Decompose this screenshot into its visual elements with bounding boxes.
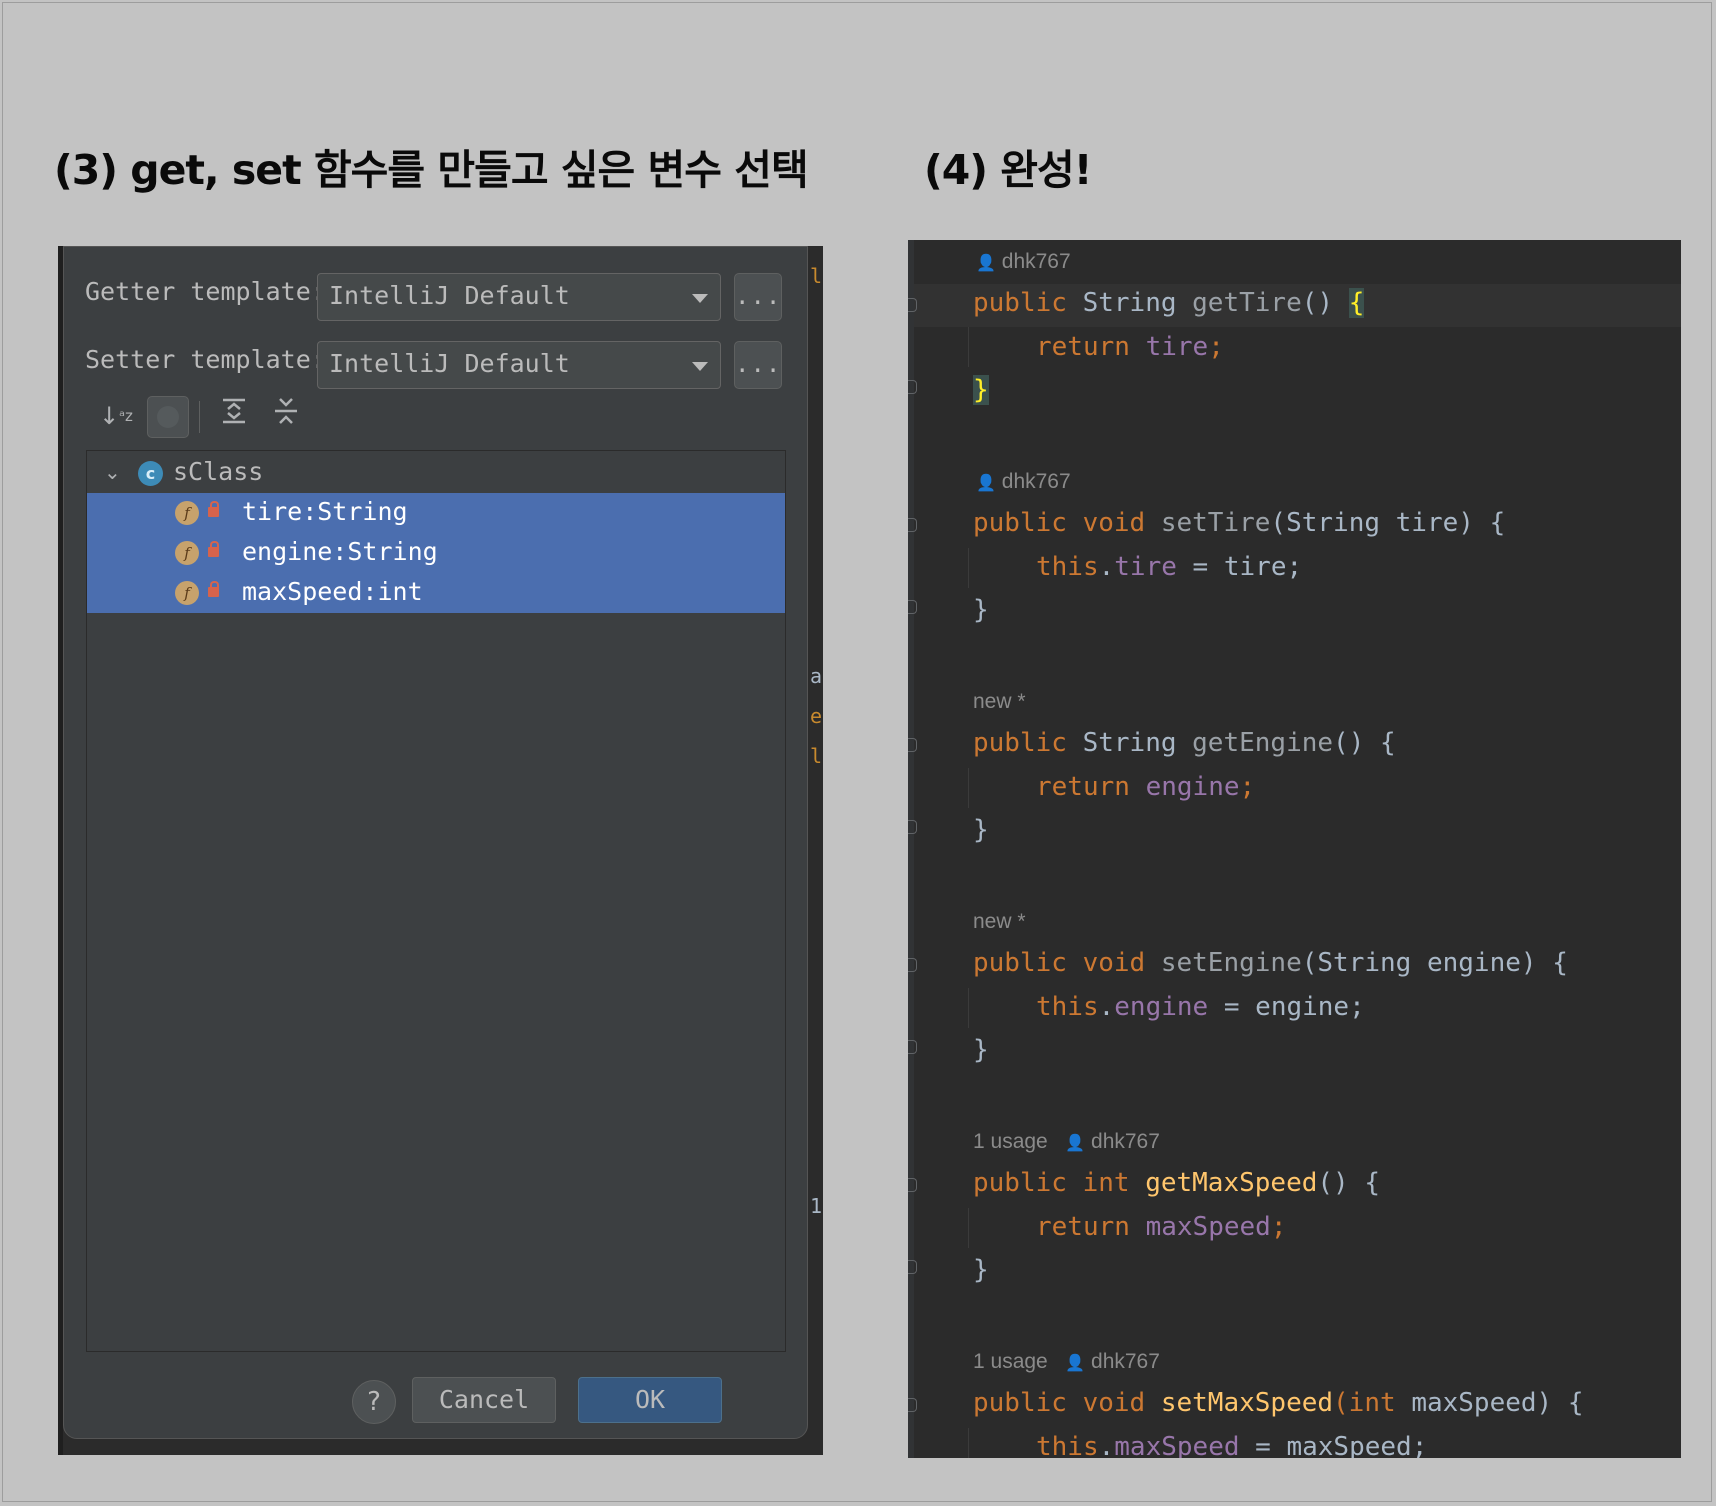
lock-icon [208, 541, 219, 557]
usage-hint: 1 usage 👤 dhk767 [973, 1350, 1160, 1373]
new-hint: new * [973, 910, 1026, 933]
collapse-all-icon[interactable] [268, 396, 304, 436]
code-line: public void setEngine(String engine) { [973, 948, 1568, 978]
code-line: return tire; [1036, 332, 1224, 362]
sort-alpha-icon[interactable]: ↓ᵃz [96, 396, 136, 436]
code-line: public void setTire(String tire) { [973, 508, 1506, 538]
cancel-button[interactable]: Cancel [412, 1377, 556, 1423]
class-name: sClass [173, 457, 264, 486]
code-line: public String getEngine() { [973, 728, 1396, 758]
code-line: return maxSpeed; [1036, 1212, 1287, 1242]
editor-gutter [908, 240, 914, 1458]
new-hint: new * [973, 690, 1026, 713]
right-caption: (4) 완성! [924, 146, 1092, 194]
field-label: tire:String [242, 497, 408, 526]
code-line: return engine; [1036, 772, 1256, 802]
help-button[interactable]: ? [352, 1380, 396, 1424]
code-line: public void setMaxSpeed(int maxSpeed) { [973, 1388, 1584, 1418]
chevron-down-icon [692, 294, 708, 303]
tree-field-row[interactable]: f maxSpeed:int [87, 573, 785, 613]
fold-icon[interactable] [908, 600, 917, 614]
ok-button[interactable]: OK [578, 1377, 722, 1423]
fold-icon[interactable] [908, 958, 917, 972]
getter-template-label: Getter template: [85, 277, 326, 306]
show-classes-toggle[interactable] [147, 396, 189, 438]
chevron-down-icon[interactable]: ⌄ [104, 460, 121, 484]
member-tree: ⌄ c sClass f tire:String f engine:String… [86, 450, 786, 1352]
usage-hint: 1 usage 👤 dhk767 [973, 1130, 1160, 1153]
class-icon: c [138, 461, 163, 486]
code-line: this.tire = tire; [1036, 552, 1303, 582]
field-icon: f [175, 541, 199, 565]
fold-icon[interactable] [908, 738, 917, 752]
code-editor: 👤 dhk767 public String getTire() { retur… [908, 240, 1681, 1458]
code-line: } [973, 1035, 989, 1065]
fold-icon[interactable] [908, 1260, 917, 1274]
lock-icon [208, 501, 219, 517]
tree-class-row[interactable]: ⌄ c sClass [87, 453, 785, 493]
lock-icon [208, 581, 219, 597]
field-label: engine:String [242, 537, 438, 566]
setter-template-more-button[interactable]: ... [734, 341, 782, 389]
field-icon: f [175, 581, 199, 605]
code-line: } [973, 595, 989, 625]
code-line: } [973, 815, 989, 845]
getter-template-select[interactable]: IntelliJ Default [317, 273, 721, 321]
getter-template-value: IntelliJ Default [329, 281, 570, 310]
tree-field-row[interactable]: f tire:String [87, 493, 785, 533]
fold-icon[interactable] [908, 298, 917, 312]
fold-icon[interactable] [908, 1398, 917, 1412]
code-line: this.engine = engine; [1036, 992, 1365, 1022]
code-line: public int getMaxSpeed() { [973, 1168, 1380, 1198]
field-icon: f [175, 501, 199, 525]
fold-icon[interactable] [908, 380, 917, 394]
code-line: this.maxSpeed = maxSpeed; [1036, 1432, 1428, 1458]
code-line: } [973, 1255, 989, 1285]
fold-icon[interactable] [908, 820, 917, 834]
fold-icon[interactable] [908, 518, 917, 532]
class-filter-icon [157, 406, 179, 428]
code-line: } [973, 375, 989, 405]
fold-icon[interactable] [908, 1040, 917, 1054]
expand-all-icon[interactable] [216, 396, 252, 436]
field-label: maxSpeed:int [242, 577, 423, 606]
code-line: public String getTire() { [973, 288, 1365, 318]
setter-template-select[interactable]: IntelliJ Default [317, 341, 721, 389]
tree-field-row[interactable]: f engine:String [87, 533, 785, 573]
author-hint: 👤 dhk767 [976, 470, 1071, 493]
chevron-down-icon [692, 362, 708, 371]
fold-icon[interactable] [908, 1178, 917, 1192]
setter-template-value: IntelliJ Default [329, 349, 570, 378]
setter-template-label: Setter template: [85, 345, 326, 374]
getter-template-more-button[interactable]: ... [734, 273, 782, 321]
author-hint: 👤 dhk767 [976, 250, 1071, 273]
left-caption: (3) get, set 함수를 만들고 싶은 변수 선택 [54, 146, 809, 194]
